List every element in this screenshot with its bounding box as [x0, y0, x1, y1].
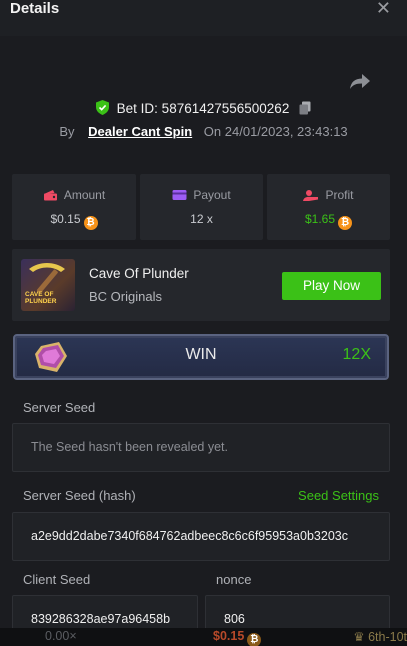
bitcoin-icon: ₿: [247, 633, 262, 646]
bitcoin-icon: ₿: [338, 216, 353, 230]
close-icon[interactable]: ✕: [376, 0, 391, 17]
verified-shield-icon: [95, 100, 109, 115]
result-text: WIN: [185, 346, 217, 363]
profit-icon: [303, 190, 319, 201]
client-seed-label: Client Seed: [23, 572, 91, 587]
game-card: CAVE OF PLUNDER Cave Of Plunder BC Origi…: [12, 249, 390, 321]
card-icon: [172, 190, 187, 200]
page-title: Details: [10, 0, 60, 17]
play-now-button[interactable]: Play Now: [282, 272, 381, 300]
user-link[interactable]: Dealer Cant Spin: [88, 124, 192, 139]
game-name[interactable]: Cave Of Plunder: [89, 266, 189, 281]
details-header: Details ✕: [0, 0, 407, 36]
payout-card: Payout 12 x: [140, 174, 263, 240]
server-seed-hash-label: Server Seed (hash): [23, 488, 136, 503]
copy-icon[interactable]: [299, 101, 311, 115]
bet-id: Bet ID: 58761427556500262: [116, 101, 290, 116]
ticker-amount: $0.15 ₿: [213, 629, 262, 646]
amount-card: Amount $0.15 ₿: [12, 174, 136, 240]
game-thumbnail[interactable]: CAVE OF PLUNDER: [21, 259, 75, 311]
ticker-rank: ♛ 6th-10t: [353, 630, 407, 644]
server-seed-field: The Seed hasn't been revealed yet.: [12, 423, 390, 472]
amount-label-row: Amount: [12, 188, 136, 202]
game-thumb-text: CAVE OF PLUNDER: [25, 291, 57, 305]
on-label: On: [203, 124, 222, 139]
wallet-icon: [43, 190, 57, 201]
seed-settings-link[interactable]: Seed Settings: [298, 488, 379, 503]
bottom-ticker: 0.00× $0.15 ₿ ♛ 6th-10t: [0, 628, 407, 646]
result-multiplier: 12X: [342, 346, 371, 363]
by-label: By: [59, 124, 75, 139]
bet-datetime: 24/01/2023, 23:43:13: [224, 124, 348, 139]
bet-meta-row: By Dealer Cant Spin On 24/01/2023, 23:43…: [0, 124, 407, 139]
profit-card: Profit $1.65 ₿: [267, 174, 390, 240]
server-seed-hash-field[interactable]: a2e9dd2dabe7340f684762adbeec8c6c6f95953a…: [12, 512, 390, 561]
amount-value: $0.15 ₿: [12, 212, 136, 230]
nonce-label: nonce: [216, 572, 252, 587]
result-banner: WIN 12X: [13, 334, 389, 380]
bet-id-row: Bet ID: 58761427556500262: [0, 100, 407, 116]
profit-value: $1.65 ₿: [267, 212, 390, 230]
profit-label-row: Profit: [267, 188, 390, 202]
crown-icon: ♛: [353, 630, 365, 644]
server-seed-label: Server Seed: [23, 400, 96, 415]
ticker-multiplier: 0.00×: [45, 629, 77, 643]
share-icon[interactable]: [349, 72, 371, 90]
game-provider: BC Originals: [89, 289, 162, 304]
payout-label-row: Payout: [140, 188, 263, 202]
bitcoin-icon: ₿: [83, 216, 98, 230]
payout-value: 12 x: [190, 212, 213, 226]
